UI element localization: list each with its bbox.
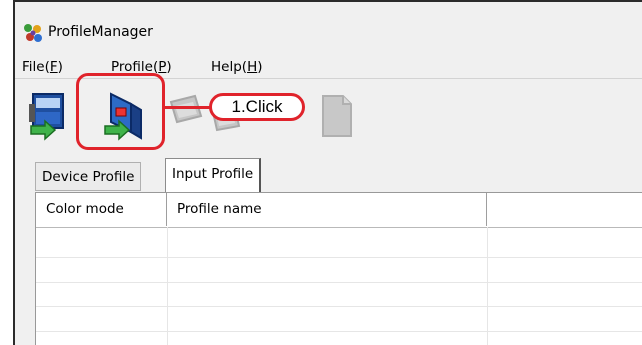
tab-input-profile[interactable]: Input Profile — [165, 158, 262, 192]
list-row-divider — [36, 306, 642, 307]
profilemanager-app-icon — [22, 22, 44, 44]
device-profile-import-button[interactable] — [27, 88, 71, 142]
profile-tabs: Device Profile Input Profile — [15, 158, 642, 192]
profile-list[interactable]: Color mode Profile name — [35, 192, 642, 345]
menu-bar: File(F) Profile(P) Help(H) — [15, 56, 642, 78]
window-title: ProfileManager — [48, 24, 153, 40]
menu-file[interactable]: File(F) — [22, 59, 63, 75]
list-row-divider — [36, 282, 642, 283]
column-header-profile-name[interactable]: Profile name — [167, 193, 487, 226]
list-header: Color mode Profile name — [36, 193, 642, 228]
menu-file-label: File — [22, 59, 45, 75]
document-icon — [322, 95, 352, 137]
menu-file-mnemonic: F — [49, 59, 58, 75]
disabled-tool-5-button[interactable] — [315, 88, 359, 142]
disabled-tool-3-button[interactable] — [165, 88, 209, 142]
title-bar: ProfileManager — [15, 20, 642, 46]
menu-profile-label: Profile — [111, 59, 153, 75]
transfer-icon — [169, 94, 203, 124]
menu-help[interactable]: Help(H) — [211, 59, 263, 75]
list-row-divider — [36, 257, 642, 258]
toolbar — [15, 78, 642, 156]
list-row-divider — [36, 331, 642, 332]
callout-connector — [165, 106, 211, 109]
scanner-import-icon — [104, 92, 142, 141]
toolbar-separator — [15, 78, 642, 79]
profilemanager-window: ProfileManager File(F) Profile(P) Help(H… — [13, 0, 642, 345]
click-callout-label: 1.Click — [209, 93, 305, 121]
menu-profile[interactable]: Profile(P) — [111, 59, 172, 75]
tab-device-profile[interactable]: Device Profile — [35, 162, 142, 191]
list-column-divider — [167, 227, 168, 345]
menu-profile-mnemonic: P — [158, 59, 167, 75]
menu-help-mnemonic: H — [247, 59, 258, 75]
column-header-color-mode[interactable]: Color mode — [36, 193, 167, 226]
list-column-divider — [487, 227, 488, 345]
input-profile-import-button[interactable] — [101, 88, 145, 142]
menu-help-label: Help — [211, 59, 242, 75]
printer-import-icon — [29, 93, 64, 141]
